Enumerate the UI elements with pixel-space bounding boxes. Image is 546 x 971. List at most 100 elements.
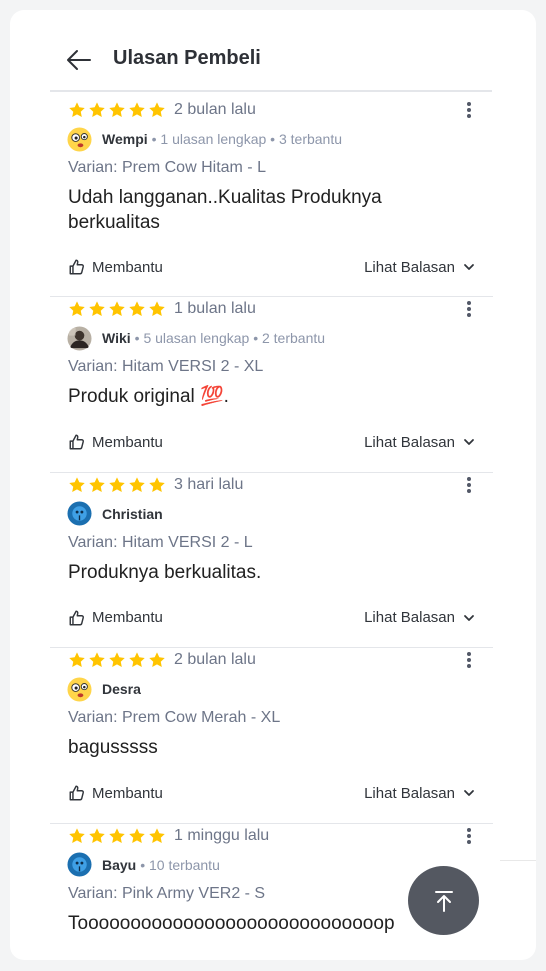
review-time: 1 bulan lalu — [174, 300, 256, 317]
review-text: Udah langganan..Kualitas Produknya berku… — [68, 187, 382, 233]
star-icon — [128, 651, 146, 669]
reviewer: Bayu • 10 terbantu — [67, 852, 220, 878]
review-variant: Varian: Hitam VERSI 2 - XL — [68, 358, 264, 375]
star-rating — [68, 476, 166, 494]
divider — [500, 860, 536, 861]
see-replies-label: Lihat Balasan — [364, 433, 455, 451]
review-text: Produk original 💯. — [68, 386, 229, 407]
avatar[interactable] — [67, 326, 92, 351]
see-replies-button[interactable]: Lihat Balasan — [364, 256, 475, 278]
helpful-button[interactable]: Membantu — [68, 782, 163, 804]
reviewer-name[interactable]: Christian — [102, 506, 163, 522]
helpful-button[interactable]: Membantu — [68, 431, 163, 453]
reviewer-name[interactable]: Wempi — [102, 131, 148, 147]
star-icon — [88, 300, 106, 318]
star-icon — [148, 651, 166, 669]
review-text: bagusssss — [68, 737, 158, 758]
review-variant: Varian: Prem Cow Hitam - L — [68, 159, 266, 176]
star-icon — [128, 101, 146, 119]
review-item: 2 bulan lalu Desra Varian: Prem Cow Mera… — [50, 648, 493, 824]
helpful-button[interactable]: Membantu — [68, 607, 163, 629]
avatar[interactable] — [67, 501, 92, 526]
star-rating — [68, 651, 166, 669]
star-icon — [108, 476, 126, 494]
avatar[interactable] — [67, 852, 92, 877]
reviewer: Desra — [67, 676, 141, 702]
helpful-button[interactable]: Membantu — [68, 256, 163, 278]
star-icon — [68, 101, 86, 119]
review-variant: Varian: Hitam VERSI 2 - L — [68, 533, 253, 551]
review-item: 2 bulan lalu Wempi • 1 ulasan lengkap • … — [50, 98, 493, 297]
star-rating — [68, 827, 166, 845]
review-rating: 2 bulan lalu — [68, 100, 256, 120]
review-rating: 1 minggu lalu — [68, 826, 269, 846]
reviewer-meta: • 1 ulasan lengkap • 3 terbantu — [151, 131, 343, 147]
star-icon — [128, 827, 146, 845]
chevron-down-icon — [463, 787, 475, 799]
see-replies-button[interactable]: Lihat Balasan — [364, 607, 475, 629]
star-rating — [68, 300, 166, 318]
review-time: 1 minggu lalu — [174, 826, 270, 844]
review-rating: 3 hari lalu — [68, 475, 243, 495]
star-icon — [88, 101, 106, 119]
star-icon — [108, 827, 126, 845]
review-list: 2 bulan lalu Wempi • 1 ulasan lengkap • … — [50, 98, 493, 960]
thumbs-up-icon — [68, 258, 86, 276]
helpful-label: Membantu — [92, 433, 163, 451]
reviewer-meta: • 10 terbantu — [140, 856, 220, 873]
reviewer-meta: • 5 ulasan lengkap • 2 terbantu — [134, 330, 326, 346]
helpful-label: Membantu — [92, 258, 163, 276]
chevron-down-icon — [463, 436, 475, 448]
arrow-up-to-top-icon — [434, 890, 453, 912]
star-icon — [148, 476, 166, 494]
review-variant: Varian: Pink Army VER2 - S — [68, 884, 266, 902]
review-text: Tooooooooooooooooooooooooooooop — [68, 912, 395, 934]
review-variant: Varian: Prem Cow Merah - XL — [68, 709, 281, 726]
more-options-icon[interactable] — [459, 100, 479, 120]
more-options-icon[interactable] — [459, 650, 479, 670]
helpful-label: Membantu — [92, 784, 163, 802]
star-icon — [88, 476, 106, 494]
star-rating — [68, 101, 166, 119]
star-icon — [68, 827, 86, 845]
thumbs-up-icon — [68, 433, 86, 451]
star-icon — [148, 827, 166, 845]
more-options-icon[interactable] — [459, 299, 479, 319]
reviewer: Christian — [67, 501, 163, 527]
page-title: Ulasan Pembeli — [113, 47, 261, 69]
star-icon — [128, 300, 146, 318]
reviews-card: Ulasan Pembeli 2 bulan lalu Wempi • 1 ul… — [10, 10, 536, 960]
reviewer-name[interactable]: Bayu — [102, 857, 136, 873]
reviewer-name[interactable]: Desra — [102, 681, 141, 697]
header-divider — [50, 90, 492, 92]
star-icon — [88, 827, 106, 845]
chevron-down-icon — [463, 612, 475, 624]
see-replies-button[interactable]: Lihat Balasan — [364, 782, 475, 804]
reviewer: Wempi • 1 ulasan lengkap • 3 terbantu — [67, 126, 342, 152]
see-replies-label: Lihat Balasan — [364, 258, 455, 276]
star-icon — [128, 476, 146, 494]
review-rating: 2 bulan lalu — [68, 650, 256, 670]
review-item: 1 bulan lalu Wiki • 5 ulasan lengkap • 2… — [50, 297, 493, 473]
see-replies-button[interactable]: Lihat Balasan — [364, 431, 475, 453]
reviewer-name[interactable]: Wiki — [102, 330, 131, 346]
chevron-down-icon — [463, 261, 475, 273]
more-options-icon[interactable] — [459, 826, 479, 846]
review-time: 3 hari lalu — [174, 475, 244, 493]
arrow-left-icon[interactable] — [66, 48, 92, 72]
more-options-icon[interactable] — [459, 475, 479, 495]
star-icon — [108, 300, 126, 318]
avatar[interactable] — [67, 127, 92, 152]
scroll-to-top-button[interactable] — [408, 866, 479, 935]
star-icon — [108, 651, 126, 669]
star-icon — [68, 651, 86, 669]
see-replies-label: Lihat Balasan — [364, 784, 455, 802]
review-item: 3 hari lalu Christian Varian: Hitam VERS… — [50, 473, 493, 648]
star-icon — [108, 101, 126, 119]
avatar[interactable] — [67, 677, 92, 702]
review-time: 2 bulan lalu — [174, 651, 256, 668]
review-text: Produknya berkualitas. — [68, 561, 262, 583]
review-rating: 1 bulan lalu — [68, 299, 256, 319]
review-time: 2 bulan lalu — [174, 101, 256, 118]
star-icon — [68, 300, 86, 318]
